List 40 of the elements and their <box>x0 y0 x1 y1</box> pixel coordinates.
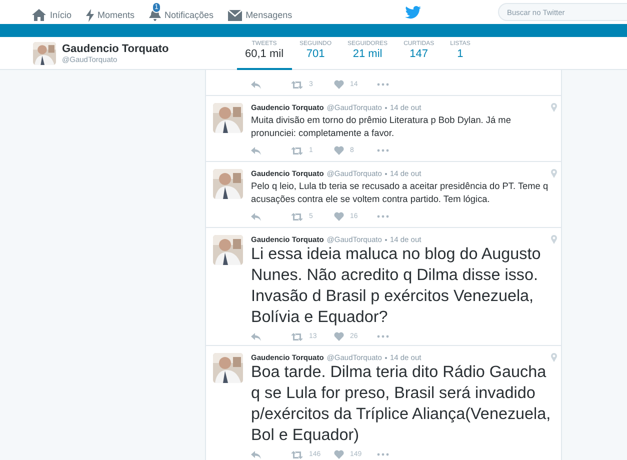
separator-dot-icon <box>384 238 387 240</box>
location-pin-icon[interactable] <box>551 235 557 244</box>
retweet-icon[interactable] <box>291 450 303 458</box>
profile-name: Gaudencio Torquato <box>62 42 169 54</box>
bird-logo-icon[interactable] <box>405 6 421 18</box>
heart-icon[interactable] <box>334 332 344 341</box>
reply-icon[interactable] <box>251 212 261 220</box>
mail-icon <box>228 10 242 20</box>
retweet-icon[interactable] <box>291 80 303 88</box>
retweet-icon[interactable] <box>291 146 303 154</box>
separator-dot-icon <box>384 106 387 108</box>
retweet-icon[interactable] <box>291 212 303 220</box>
heart-icon[interactable] <box>334 212 344 221</box>
nav-link[interactable]: Moments <box>86 0 135 24</box>
tweet-text: Boa tarde. Dilma teria dito Rádio Gaucha q se Lula for preso, Brasil será invadido p/exércitos da Tríplice Aliança(Venezuela, Bol e Equador) <box>251 362 552 446</box>
more-icon[interactable] <box>377 83 389 86</box>
nav-link[interactable]: Mensagens <box>228 0 292 24</box>
heart-icon[interactable] <box>334 80 344 89</box>
location-pin-icon[interactable] <box>551 169 557 178</box>
heart-icon[interactable] <box>334 146 344 155</box>
separator-dot-icon <box>384 172 387 174</box>
separator-dot-icon <box>384 356 387 358</box>
more-icon[interactable] <box>377 335 389 338</box>
reply-icon[interactable] <box>251 146 261 154</box>
home-icon <box>32 9 46 21</box>
nav-link[interactable]: Início <box>32 0 72 24</box>
lightning-icon <box>86 8 94 22</box>
tweet-text: Muita divisão em torno do prêmio Literatura p Bob Dylan. Já me pronunciei: completamente a favor. <box>251 114 512 140</box>
reply-icon[interactable] <box>251 332 261 340</box>
location-pin-icon[interactable] <box>551 103 557 112</box>
tweet-text: Pelo q leio, Lula tb teria se recusado a aceitar presidência do PT. Teme q acusações contra ele se voltem contra partido. Tem lógica. <box>251 180 550 206</box>
heart-icon[interactable] <box>334 450 344 459</box>
reply-icon[interactable] <box>251 80 261 88</box>
tweet-text: Li essa ideia maluca no blog do Augusto Nunes. Não acredito q Dilma disse isso. Invasão d Brasil p exércitos Venezuela, Bolívia e Equador? <box>251 244 542 328</box>
location-pin-icon[interactable] <box>551 353 557 362</box>
more-icon[interactable] <box>377 215 389 218</box>
more-icon[interactable] <box>377 149 389 152</box>
more-icon[interactable] <box>377 453 389 456</box>
reply-icon[interactable] <box>251 450 261 458</box>
retweet-icon[interactable] <box>291 332 303 340</box>
